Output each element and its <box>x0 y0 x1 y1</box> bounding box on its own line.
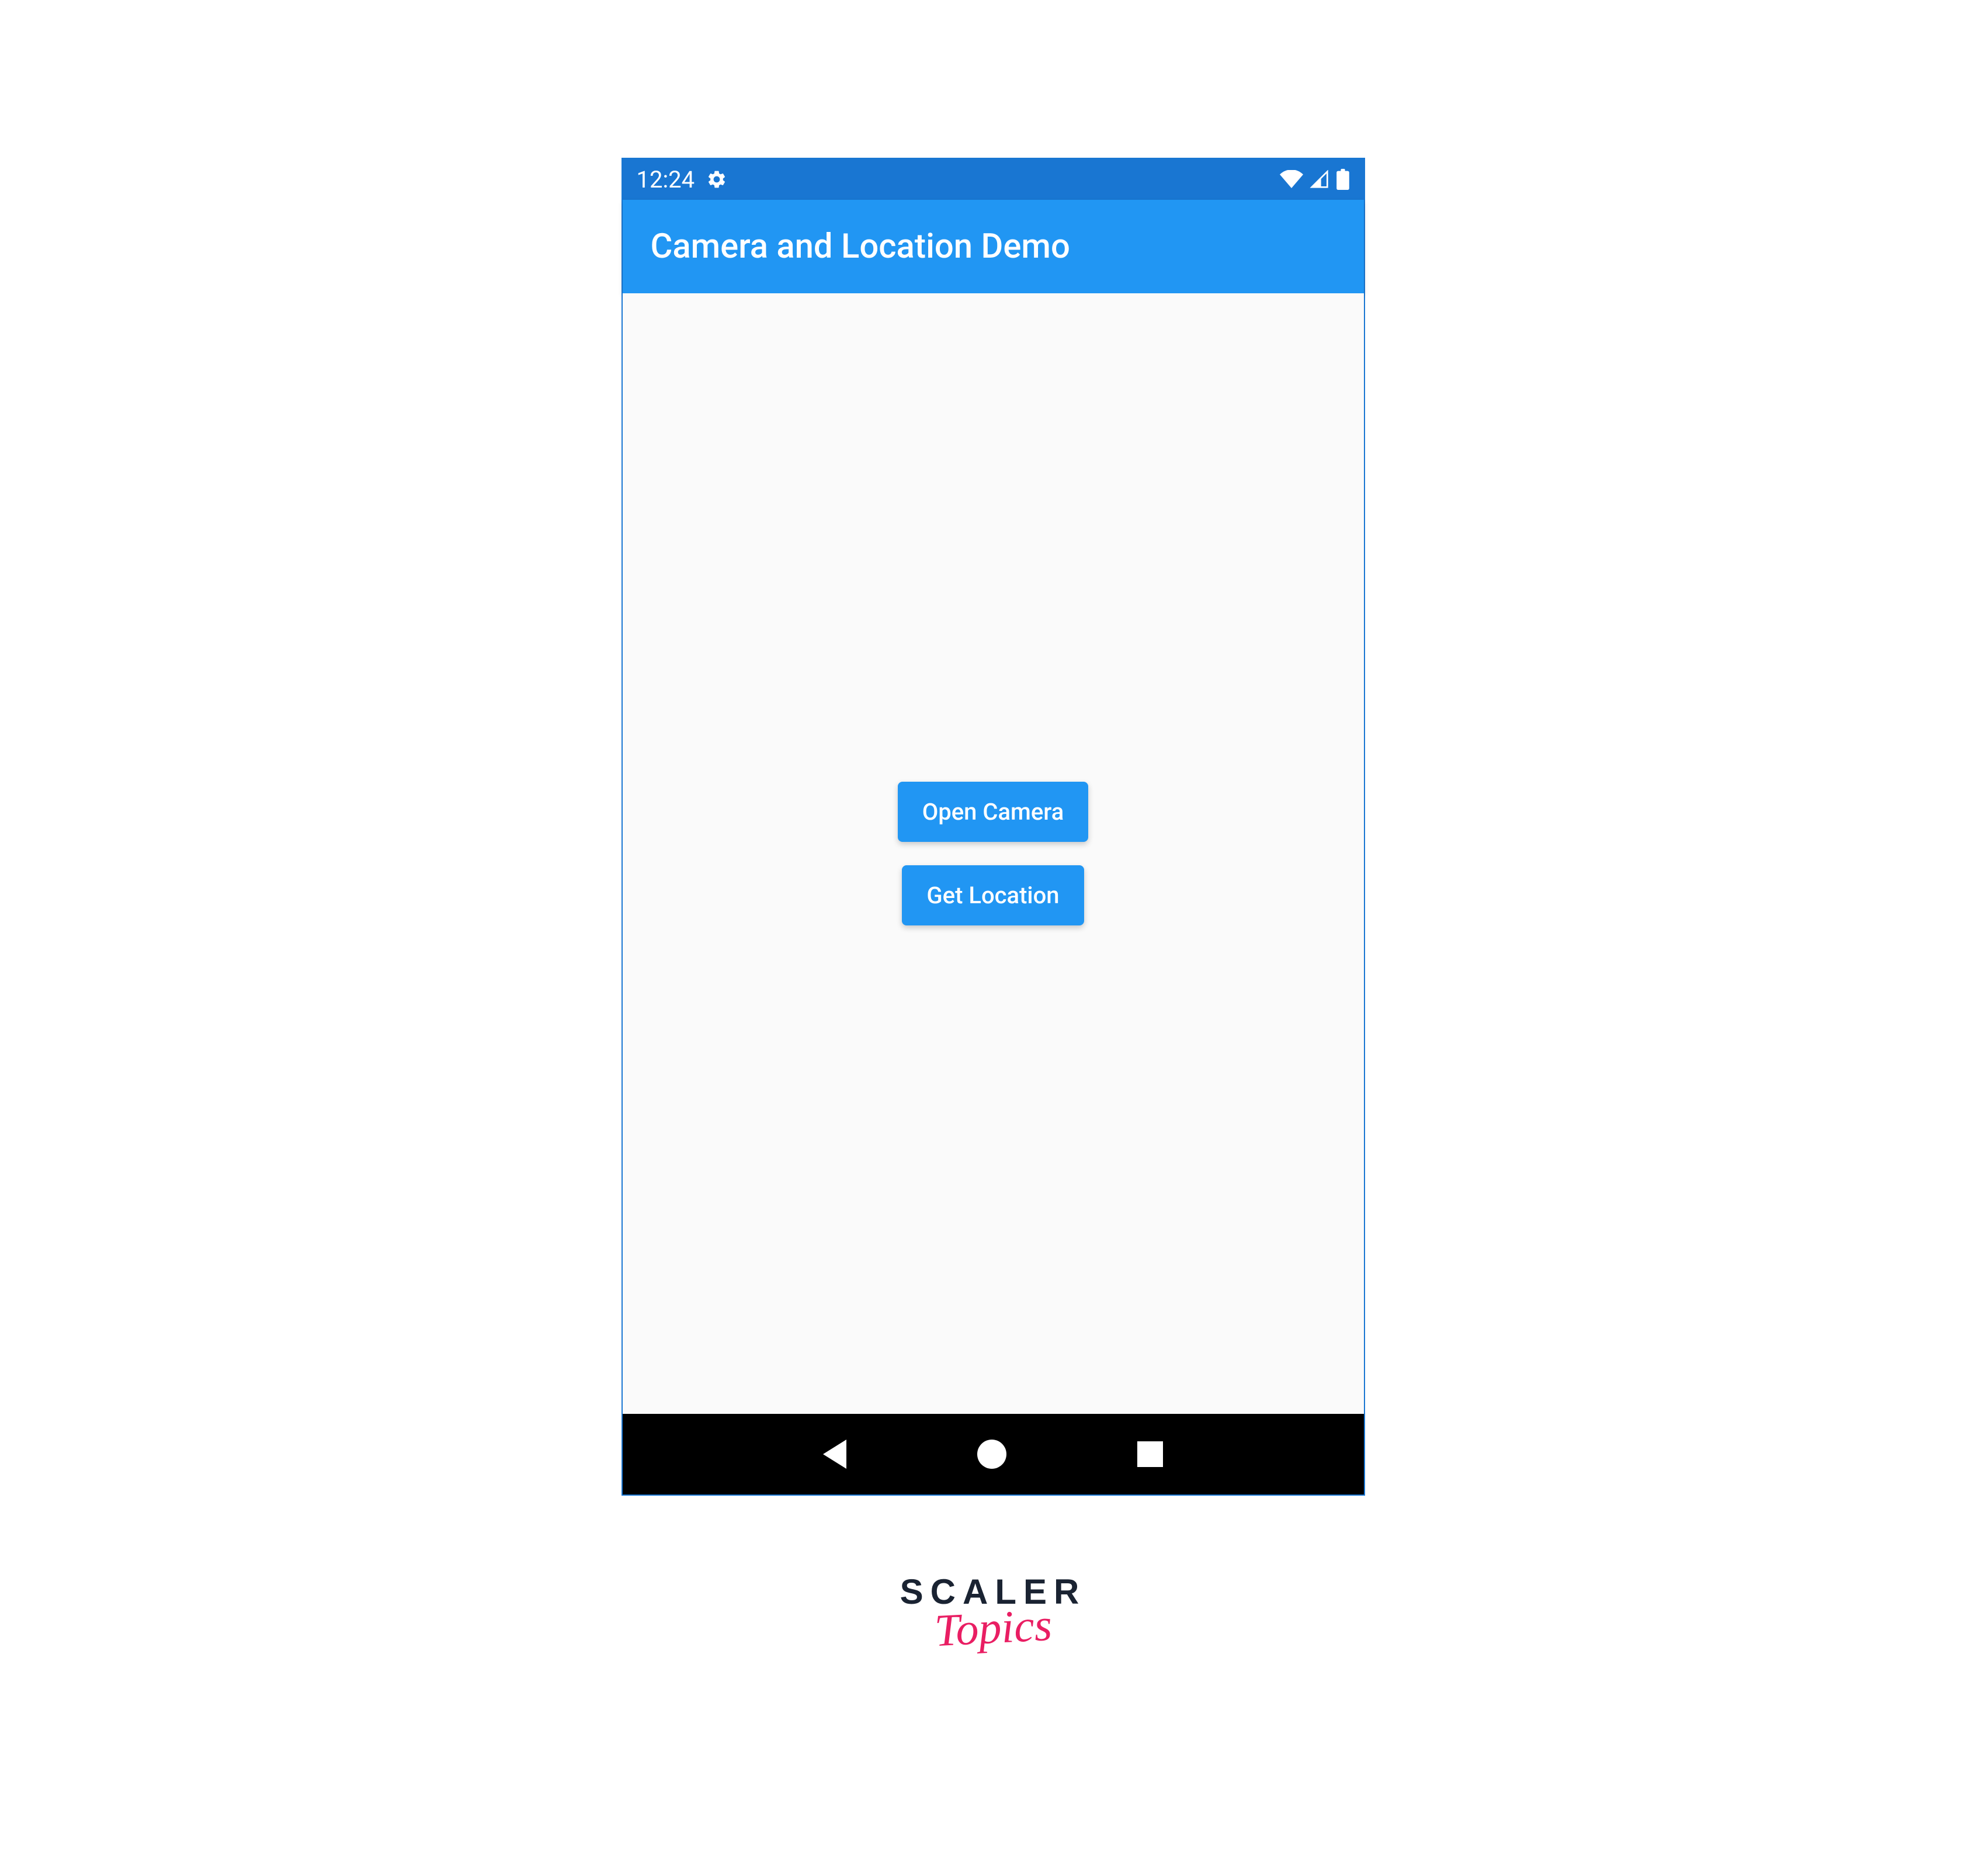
watermark: SCALER Topics <box>900 1572 1086 1654</box>
gear-icon <box>706 169 727 190</box>
nav-back-button[interactable] <box>823 1440 846 1469</box>
open-camera-button[interactable]: Open Camera <box>898 782 1089 842</box>
status-bar: 12:24 <box>623 159 1364 200</box>
wifi-icon <box>1280 170 1303 189</box>
navigation-bar <box>623 1414 1364 1494</box>
status-bar-left: 12:24 <box>637 166 728 193</box>
app-title: Camera and Location Demo <box>651 227 1070 266</box>
device-frame: 12:24 Camera and Location Demo Open Came… <box>622 158 1365 1496</box>
watermark-subbrand: Topics <box>933 1598 1053 1657</box>
nav-recent-button[interactable] <box>1137 1441 1163 1467</box>
status-time: 12:24 <box>637 166 695 193</box>
app-bar: Camera and Location Demo <box>623 200 1364 293</box>
content-area: Open Camera Get Location <box>623 293 1364 1414</box>
signal-icon <box>1309 170 1330 189</box>
get-location-button[interactable]: Get Location <box>902 865 1084 925</box>
status-bar-right <box>1280 169 1350 190</box>
nav-home-button[interactable] <box>977 1440 1006 1469</box>
battery-icon <box>1336 169 1350 190</box>
